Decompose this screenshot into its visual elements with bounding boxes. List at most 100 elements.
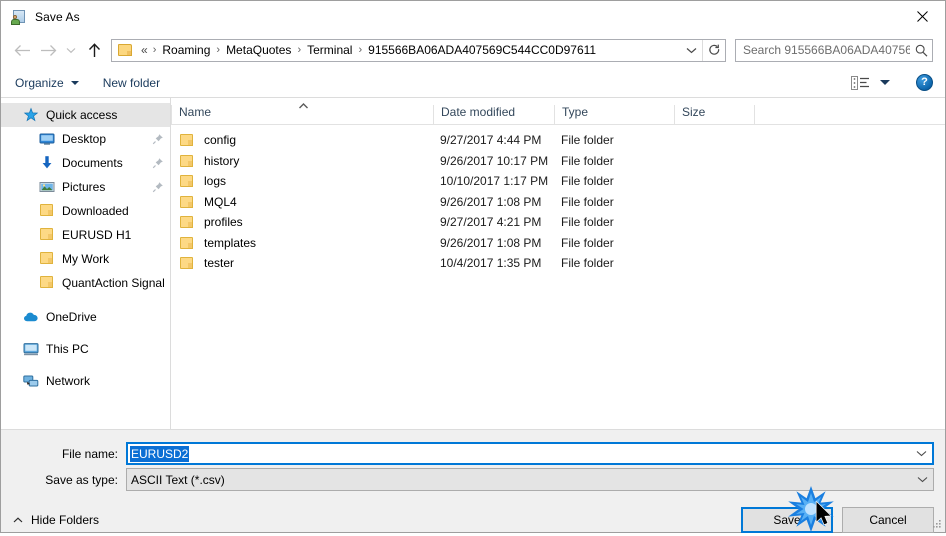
file-type: File folder	[561, 174, 614, 189]
file-date: 9/26/2017 10:17 PM	[440, 153, 549, 168]
column-header-size[interactable]: Size	[674, 105, 754, 124]
breadcrumb-item-metaquotes[interactable]: MetaQuotes	[224, 43, 293, 57]
filename-label: File name:	[61, 446, 118, 461]
pin-icon[interactable]	[152, 157, 164, 169]
sidebar-item-my-work[interactable]: My Work	[1, 247, 170, 271]
sidebar-item-onedrive[interactable]: OneDrive	[1, 305, 170, 329]
breadcrumb-item-roaming[interactable]: Roaming	[160, 43, 212, 57]
save-as-icon	[11, 9, 27, 25]
chevron-down-icon[interactable]	[680, 40, 702, 61]
savetype-row: Save as type: ASCII Text (*.csv)	[1, 468, 945, 491]
table-row[interactable]: templates 9/26/2017 1:08 PM File folder	[171, 233, 945, 254]
folder-icon	[39, 203, 55, 219]
window-title: Save As	[35, 9, 80, 24]
file-type: File folder	[561, 153, 614, 168]
close-icon[interactable]	[899, 1, 945, 32]
search-input[interactable]: Search 915566BA06ADA40756...	[736, 43, 910, 57]
documents-icon	[39, 155, 55, 171]
savetype-select[interactable]: ASCII Text (*.csv)	[126, 468, 934, 491]
help-label: ?	[921, 76, 928, 88]
filename-value: EURUSD2	[130, 445, 190, 462]
sidebar-item-label: Quick access	[46, 108, 118, 122]
file-type: File folder	[561, 194, 614, 209]
column-header-type[interactable]: Type	[554, 105, 674, 124]
breadcrumb-separator: ›	[297, 44, 302, 56]
folder-icon	[118, 43, 134, 57]
breadcrumb-item-instance[interactable]: 915566BA06ADA407569C544CC0D97611	[366, 43, 598, 57]
savetype-label: Save as type:	[45, 472, 118, 487]
file-name-cell: config	[171, 133, 433, 147]
back-arrow-icon[interactable]	[9, 37, 35, 63]
column-header-filler	[754, 105, 945, 124]
table-row[interactable]: logs 10/10/2017 1:17 PM File folder	[171, 171, 945, 192]
star-icon	[23, 107, 39, 123]
file-list-pane: Name Date modified Type Size config 9/27…	[171, 98, 945, 429]
table-row[interactable]: MQL4 9/26/2017 1:08 PM File folder	[171, 192, 945, 213]
pin-icon[interactable]	[152, 181, 164, 193]
table-row[interactable]: history 9/26/2017 10:17 PM File folder	[171, 151, 945, 172]
table-row[interactable]: tester 10/4/2017 1:35 PM File folder	[171, 253, 945, 274]
breadcrumb-item-terminal[interactable]: Terminal	[305, 43, 354, 57]
column-header-date-modified[interactable]: Date modified	[433, 105, 554, 124]
sidebar-item-label: EURUSD H1	[62, 228, 132, 242]
cancel-button[interactable]: Cancel	[842, 506, 934, 533]
chevron-down-icon[interactable]	[910, 444, 932, 463]
sidebar-item-label: Documents	[62, 156, 123, 170]
folder-icon	[39, 251, 55, 267]
file-name: logs	[204, 174, 227, 189]
sidebar-item-this-pc[interactable]: This PC	[1, 337, 170, 361]
chevron-down-icon[interactable]	[911, 469, 933, 490]
folder-icon	[179, 154, 195, 168]
file-name-cell: logs	[171, 174, 433, 188]
sidebar-item-pictures[interactable]: Pictures	[1, 175, 170, 199]
sidebar-item-downloaded[interactable]: Downloaded	[1, 199, 170, 223]
breadcrumb-overflow[interactable]: «	[139, 43, 149, 57]
search-icon[interactable]	[910, 44, 932, 57]
sidebar-item-network[interactable]: Network	[1, 369, 170, 393]
breadcrumb: « › Roaming › MetaQuotes › Terminal › 91…	[139, 43, 680, 57]
resize-grip-icon[interactable]	[930, 518, 942, 530]
table-row[interactable]: profiles 9/27/2017 4:21 PM File folder	[171, 212, 945, 233]
sidebar-item-desktop[interactable]: Desktop	[1, 127, 170, 151]
folder-icon	[179, 236, 195, 250]
sidebar-item-label: Desktop	[62, 132, 107, 146]
file-name-cell: profiles	[171, 215, 433, 229]
network-icon	[23, 373, 39, 389]
sidebar-item-label: This PC	[46, 342, 89, 356]
up-arrow-icon[interactable]	[81, 37, 107, 63]
table-row[interactable]: config 9/27/2017 4:44 PM File folder	[171, 130, 945, 151]
sidebar-item-documents[interactable]: Documents	[1, 151, 170, 175]
recent-locations-chevron-icon[interactable]	[61, 37, 81, 63]
search-box[interactable]: Search 915566BA06ADA40756...	[735, 38, 933, 62]
forward-arrow-icon[interactable]	[35, 37, 61, 63]
pin-icon[interactable]	[152, 133, 164, 145]
help-icon[interactable]: ?	[916, 74, 933, 91]
new-folder-button[interactable]: New folder	[103, 76, 160, 90]
title-bar: Save As	[1, 1, 945, 32]
hide-folders-button[interactable]: Hide Folders	[13, 513, 99, 527]
folder-icon	[179, 174, 195, 188]
file-date: 9/26/2017 1:08 PM	[440, 194, 542, 209]
view-layout-icon[interactable]	[851, 75, 890, 90]
save-button[interactable]: Save	[741, 506, 833, 533]
sidebar-item-quantaction-signal[interactable]: QuantAction Signal	[1, 271, 170, 295]
dialog-body: Quick access Desktop Documents Pictures …	[1, 98, 945, 429]
file-date: 10/10/2017 1:17 PM	[440, 174, 549, 189]
chevron-down-icon	[880, 80, 890, 85]
file-name: config	[204, 133, 237, 148]
sidebar-item-eurusd-h1[interactable]: EURUSD H1	[1, 223, 170, 247]
address-bar[interactable]: « › Roaming › MetaQuotes › Terminal › 91…	[111, 38, 726, 62]
organize-button[interactable]: Organize	[15, 76, 79, 90]
sidebar-item-label: OneDrive	[46, 310, 97, 324]
navigation-sidebar: Quick access Desktop Documents Pictures …	[1, 98, 171, 429]
folder-icon	[179, 215, 195, 229]
file-date: 10/4/2017 1:35 PM	[440, 256, 542, 271]
file-date: 9/27/2017 4:44 PM	[440, 133, 542, 148]
sidebar-item-quick-access[interactable]: Quick access	[1, 103, 170, 127]
filename-input[interactable]: EURUSD2	[126, 442, 934, 465]
file-type: File folder	[561, 256, 614, 271]
refresh-icon[interactable]	[703, 40, 725, 61]
breadcrumb-separator: ›	[358, 44, 363, 56]
